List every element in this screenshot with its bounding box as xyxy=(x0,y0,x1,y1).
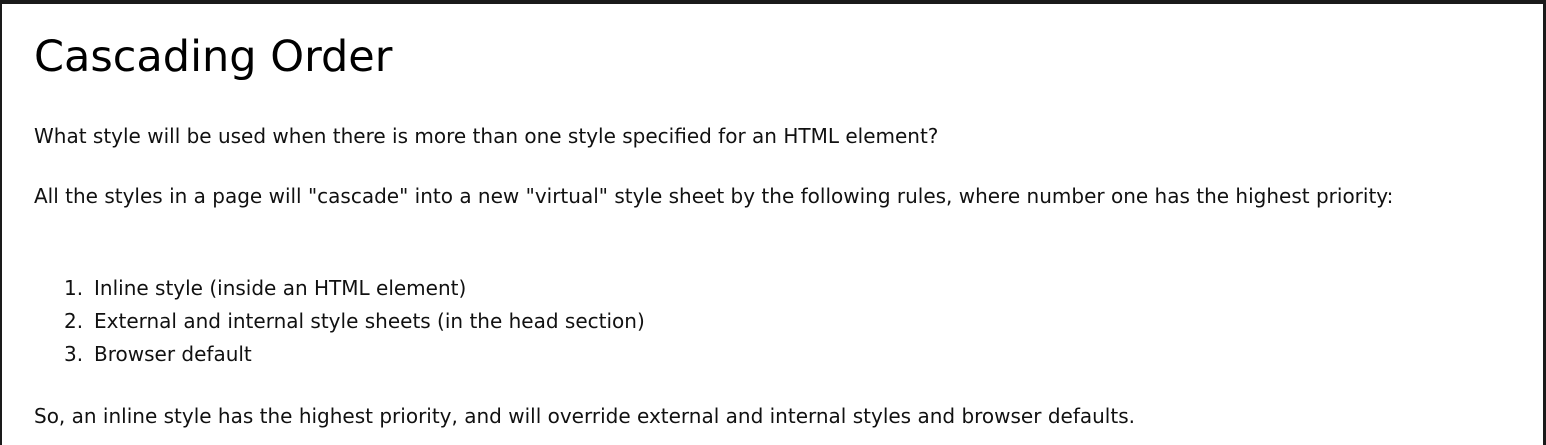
page-title: Cascading Order xyxy=(34,32,393,82)
list-item-number: 3. xyxy=(64,342,84,366)
list-item-text: Inline style (inside an HTML element) xyxy=(94,276,467,300)
list-item-number: 1. xyxy=(64,276,84,300)
list-item: 3. Browser default xyxy=(64,338,645,371)
list-item-number: 2. xyxy=(64,309,84,333)
list-item: 1. Inline style (inside an HTML element) xyxy=(64,272,645,305)
intro-paragraph: All the styles in a page will "cascade" … xyxy=(34,184,1394,208)
cascading-rules-list: 1. Inline style (inside an HTML element) … xyxy=(64,272,645,371)
conclusion-paragraph: So, an inline style has the highest prio… xyxy=(34,404,1135,428)
list-item: 2. External and internal style sheets (in… xyxy=(64,305,645,338)
page-frame: Cascading Order What style will be used … xyxy=(0,0,1546,445)
list-item-text: Browser default xyxy=(94,342,252,366)
list-item-text: External and internal style sheets (in t… xyxy=(94,309,645,333)
question-paragraph: What style will be used when there is mo… xyxy=(34,124,939,148)
